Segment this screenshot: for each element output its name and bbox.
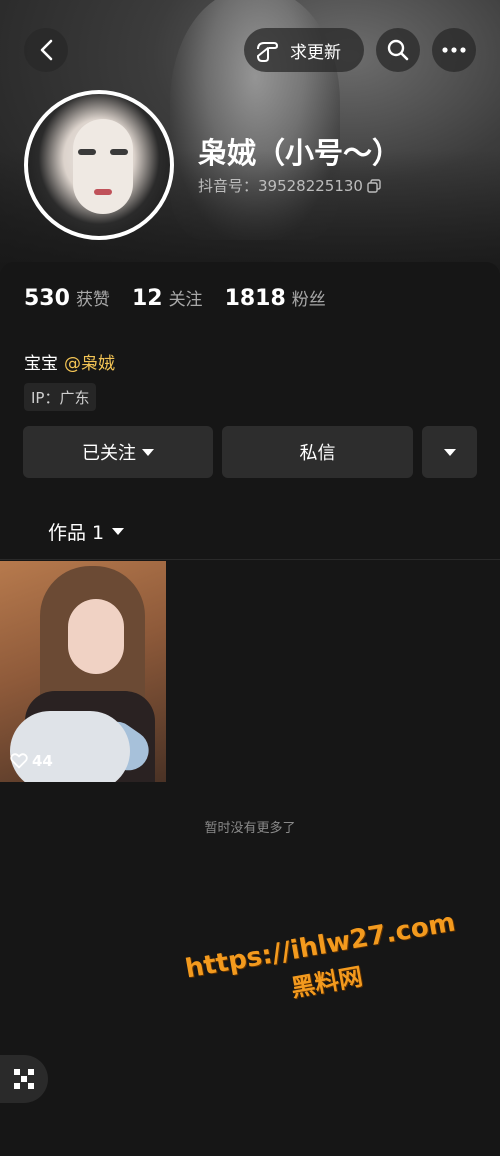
stat-likes[interactable]: 530 获赞 xyxy=(24,285,110,311)
ip-location-tag: IP：广东 xyxy=(24,383,97,411)
stat-likes-label: 获赞 xyxy=(75,290,110,310)
qr-code-icon xyxy=(14,1069,34,1089)
no-more-content-text: 暂时没有更多了 xyxy=(204,821,296,836)
recommend-dropdown-button[interactable] xyxy=(422,426,477,478)
works-tab-label: 作品 1 xyxy=(48,522,105,544)
video-like-count: 44 xyxy=(10,752,53,770)
tab-works[interactable]: 作品 1 xyxy=(48,518,125,545)
caret-down-icon xyxy=(112,528,125,535)
chevron-left-icon xyxy=(40,39,53,61)
stat-followers-label: 粉丝 xyxy=(291,290,326,310)
caret-down-icon xyxy=(142,448,154,456)
search-icon xyxy=(387,39,409,61)
douyin-id-text: 抖音号：39528225130 xyxy=(198,177,363,195)
followed-label: 已关注 xyxy=(82,443,136,464)
more-options-button[interactable] xyxy=(432,28,476,72)
message-label: 私信 xyxy=(299,443,336,464)
request-update-button[interactable]: 求更新 xyxy=(244,28,364,72)
caret-down-icon xyxy=(443,448,456,456)
bio-mention-link[interactable]: @枭娀 xyxy=(64,354,115,374)
request-update-label: 求更新 xyxy=(290,42,341,63)
heart-icon xyxy=(10,753,28,769)
video-thumbnail[interactable] xyxy=(0,561,166,782)
stat-followers[interactable]: 1818 粉丝 xyxy=(225,285,326,311)
search-button[interactable] xyxy=(376,28,420,72)
message-button[interactable]: 私信 xyxy=(222,426,413,478)
pointing-hand-icon xyxy=(257,42,278,62)
followed-button[interactable]: 已关注 xyxy=(23,426,213,478)
stat-following[interactable]: 12 关注 xyxy=(132,285,203,311)
douyin-id-row[interactable]: 抖音号：39528225130 xyxy=(198,175,381,196)
stat-following-label: 关注 xyxy=(168,290,203,310)
profile-nickname: 枭娀（小号～） xyxy=(198,136,402,170)
divider xyxy=(0,559,500,560)
avatar[interactable] xyxy=(24,90,174,240)
like-count-value: 44 xyxy=(32,752,53,770)
more-dots-icon xyxy=(442,47,466,53)
back-button[interactable] xyxy=(24,28,68,72)
profile-bio: 宝宝 @枭娀 xyxy=(24,349,115,374)
stat-followers-value: 1818 xyxy=(224,286,286,311)
stat-likes-value: 530 xyxy=(24,286,70,311)
qr-code-button[interactable] xyxy=(0,1055,48,1103)
profile-stats: 530 获赞 12 关注 1818 粉丝 xyxy=(24,285,348,311)
bio-text: 宝宝 xyxy=(24,354,58,374)
copy-icon[interactable] xyxy=(367,178,381,193)
stat-following-value: 12 xyxy=(131,286,163,311)
